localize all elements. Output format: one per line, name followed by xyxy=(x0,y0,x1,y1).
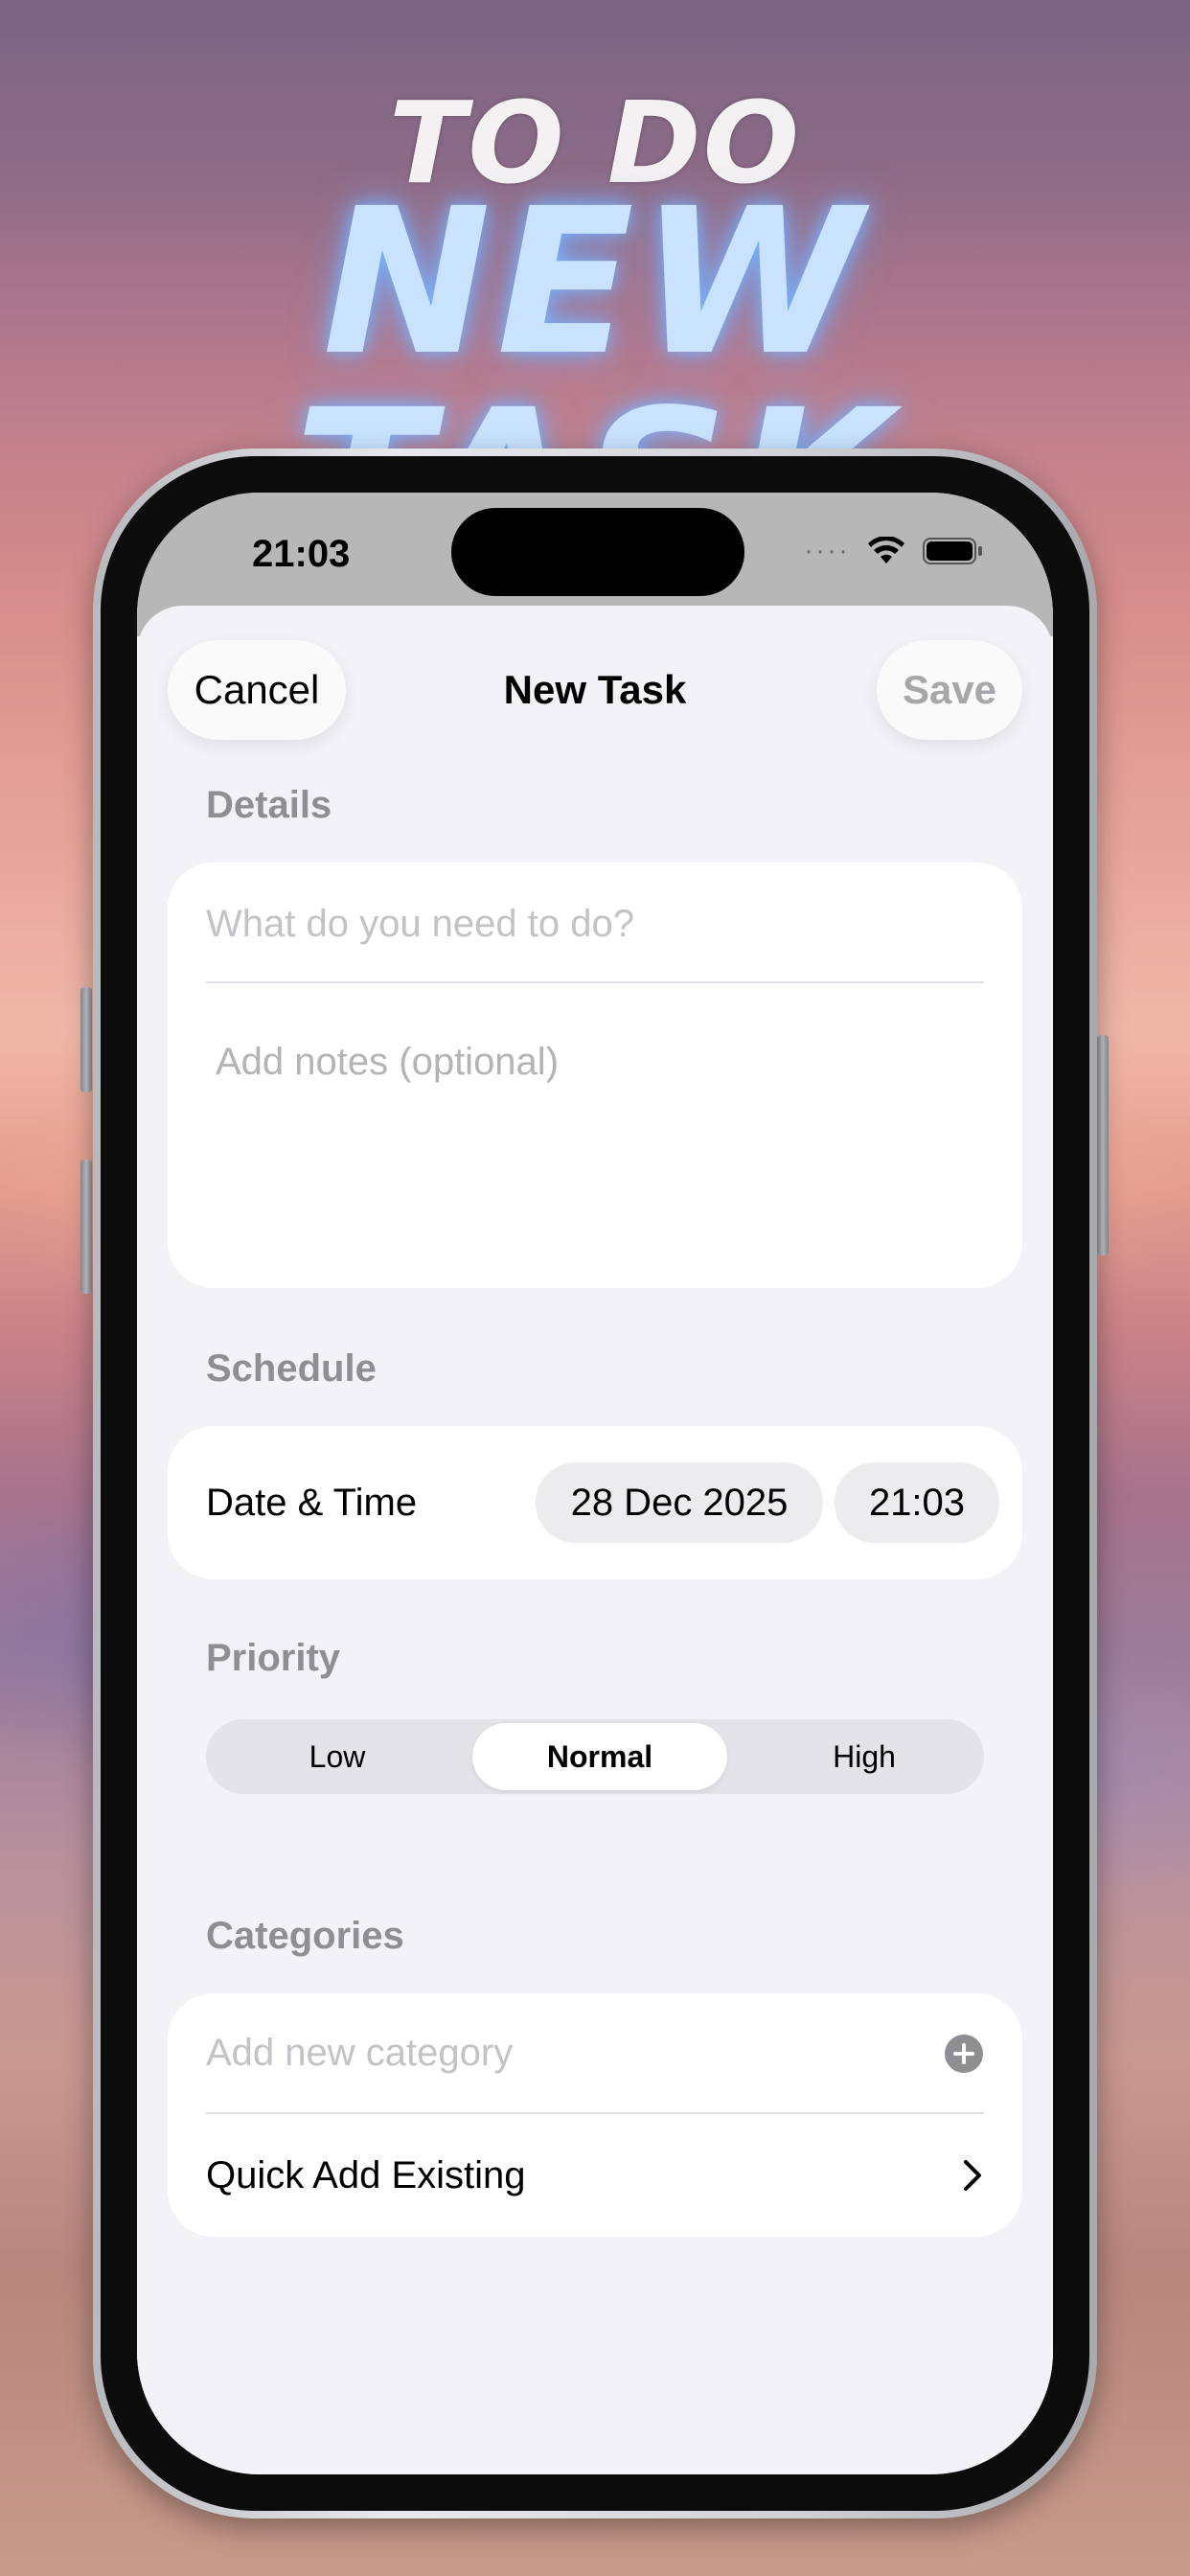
chevron-right-icon[interactable] xyxy=(961,2158,984,2193)
categories-section-label: Categories xyxy=(206,1915,404,1957)
categories-divider xyxy=(206,2112,984,2114)
signal-icon: ···· xyxy=(804,535,850,566)
add-category-input[interactable]: Add new category xyxy=(206,2032,513,2075)
status-icons: ···· xyxy=(804,535,984,567)
task-title-input[interactable]: What do you need to do? xyxy=(206,903,634,946)
priority-option-low[interactable]: Low xyxy=(210,1723,465,1790)
priority-option-high[interactable]: High xyxy=(735,1723,994,1790)
time-picker-chip[interactable]: 21:03 xyxy=(835,1462,999,1543)
priority-option-normal[interactable]: Normal xyxy=(472,1723,727,1790)
categories-card: Add new category Quick Add Existing xyxy=(168,1993,1022,2237)
phone-volume-button xyxy=(80,1160,92,1294)
phone-frame: 21:03 ···· Cancel New Task Save Details … xyxy=(93,448,1097,2518)
status-time: 21:03 xyxy=(252,533,351,575)
date-picker-chip[interactable]: 28 Dec 2025 xyxy=(536,1462,823,1543)
add-category-icon[interactable] xyxy=(944,2034,984,2074)
date-time-label: Date & Time xyxy=(206,1482,418,1524)
priority-section-label: Priority xyxy=(206,1637,341,1679)
phone-bezel: 21:03 ···· Cancel New Task Save Details … xyxy=(101,456,1089,2511)
dynamic-island xyxy=(451,508,744,596)
schedule-card: Date & Time 28 Dec 2025 21:03 xyxy=(168,1426,1022,1579)
phone-power-button xyxy=(1097,1035,1109,1255)
save-button[interactable]: Save xyxy=(877,640,1022,740)
quick-add-existing-row[interactable]: Quick Add Existing xyxy=(206,2154,526,2197)
details-card: What do you need to do? Add notes (optio… xyxy=(168,862,1022,1288)
battery-icon xyxy=(923,538,982,564)
task-notes-input[interactable]: Add notes (optional) xyxy=(216,1041,559,1084)
priority-segmented-control: Low Normal High xyxy=(206,1719,984,1794)
details-section-label: Details xyxy=(206,784,332,826)
phone-action-button xyxy=(80,987,92,1092)
details-divider xyxy=(206,981,984,983)
wifi-icon xyxy=(868,537,904,564)
new-task-sheet: Cancel New Task Save Details What do you… xyxy=(137,606,1053,2474)
schedule-section-label: Schedule xyxy=(206,1347,377,1390)
phone-screen: 21:03 ···· Cancel New Task Save Details … xyxy=(137,493,1053,2474)
